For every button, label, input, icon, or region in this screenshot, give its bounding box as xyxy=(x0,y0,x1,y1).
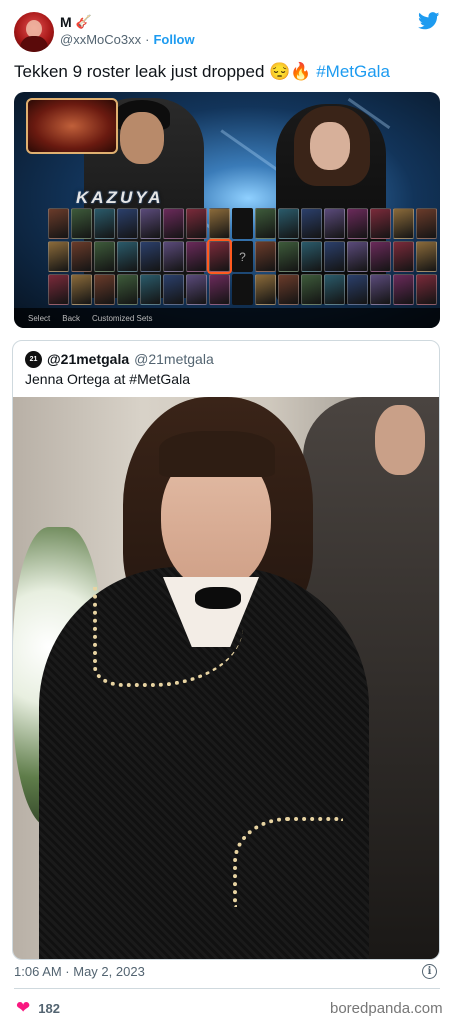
author-handle[interactable]: @xxMoCo3xx xyxy=(60,32,141,47)
fighter-right-head xyxy=(310,122,350,170)
roster-character-cell[interactable] xyxy=(117,208,138,239)
guitar-icon: 🎸 xyxy=(75,14,92,29)
author-avatar[interactable] xyxy=(14,12,54,52)
roster-gap xyxy=(232,274,253,305)
roster-character-cell[interactable] xyxy=(48,241,69,272)
avatar-body xyxy=(20,36,48,52)
roster-character-cell[interactable] xyxy=(71,274,92,305)
tweet-timestamp[interactable]: 1:06 AM · May 2, 2023 xyxy=(14,964,145,979)
roster-character-cell[interactable] xyxy=(117,274,138,305)
roster-character-cell[interactable] xyxy=(209,274,230,305)
roster-character-cell[interactable] xyxy=(207,239,232,274)
roster-character-cell[interactable] xyxy=(71,208,92,239)
roster-character-cell[interactable] xyxy=(324,208,345,239)
game-logo-badge xyxy=(26,98,118,154)
quoted-avatar[interactable]: 21 xyxy=(25,351,42,368)
roster-character-cell[interactable] xyxy=(48,208,69,239)
roster-character-cell[interactable] xyxy=(416,208,437,239)
hashtag-link[interactable]: #MetGala xyxy=(316,62,390,81)
quoted-author-name[interactable]: @21metgala xyxy=(47,351,129,367)
roster-character-cell[interactable] xyxy=(163,274,184,305)
roster-character-cell[interactable] xyxy=(393,274,414,305)
roster-character-cell[interactable] xyxy=(347,241,368,272)
control-customized-sets: Customized Sets xyxy=(92,313,153,323)
control-select: Select xyxy=(28,313,51,323)
roster-character-cell[interactable] xyxy=(71,241,92,272)
tweet-body: Tekken 9 roster leak just dropped 😔🔥 xyxy=(14,62,317,81)
roster-character-cell[interactable] xyxy=(301,241,322,272)
roster-character-cell[interactable] xyxy=(94,274,115,305)
background-face xyxy=(375,405,425,475)
roster-gap xyxy=(232,208,253,239)
roster-character-cell[interactable] xyxy=(255,208,276,239)
roster-character-cell[interactable] xyxy=(278,241,299,272)
roster-character-cell[interactable] xyxy=(324,274,345,305)
roster-character-cell[interactable] xyxy=(255,274,276,305)
roster-character-cell[interactable] xyxy=(48,274,69,305)
quoted-author-line: @21metgala @21metgala xyxy=(47,351,214,367)
roster-character-cell[interactable] xyxy=(117,241,138,272)
pearl-chain-lower xyxy=(233,817,343,907)
character-select-grid: ? xyxy=(48,208,437,305)
random-select-cell[interactable]: ? xyxy=(232,241,253,272)
roster-character-cell[interactable] xyxy=(301,274,322,305)
subject-bangs xyxy=(159,431,275,477)
controls-bar: Select Back Customized Sets xyxy=(14,308,440,328)
fighter-left-head xyxy=(120,112,164,164)
quoted-author-handle[interactable]: @21metgala xyxy=(134,351,214,367)
selected-character-name: KAZUYA xyxy=(76,188,164,207)
quoted-tweet-photo[interactable] xyxy=(13,397,439,959)
quoted-tweet[interactable]: 21 @21metgala @21metgala Jenna Ortega at… xyxy=(12,340,440,960)
roster-character-cell[interactable] xyxy=(393,208,414,239)
roster-character-cell[interactable] xyxy=(186,208,207,239)
control-back: Back xyxy=(62,313,81,323)
author-name-line[interactable]: M 🎸 xyxy=(60,14,92,30)
twitter-bird-icon[interactable] xyxy=(418,12,440,30)
roster-character-cell[interactable] xyxy=(416,241,437,272)
roster-character-cell[interactable] xyxy=(94,208,115,239)
roster-character-cell[interactable] xyxy=(278,208,299,239)
tweet-text: Tekken 9 roster leak just dropped 😔🔥 #Me… xyxy=(14,60,444,84)
author-name[interactable]: M xyxy=(60,14,72,30)
roster-character-cell[interactable] xyxy=(163,241,184,272)
roster-character-cell[interactable] xyxy=(278,274,299,305)
roster-character-cell[interactable] xyxy=(94,241,115,272)
roster-character-cell[interactable] xyxy=(347,208,368,239)
boredpanda-watermark: boredpanda.com xyxy=(330,1000,443,1017)
roster-character-cell[interactable] xyxy=(255,241,276,272)
quoted-tweet-text: Jenna Ortega at #MetGala xyxy=(25,371,190,387)
roster-character-cell[interactable] xyxy=(416,274,437,305)
author-handle-line: @xxMoCo3xx · Follow xyxy=(60,32,195,47)
info-icon[interactable]: i xyxy=(422,964,437,979)
tweet-header: M 🎸 @xxMoCo3xx · Follow xyxy=(0,0,454,56)
roster-character-cell[interactable] xyxy=(301,208,322,239)
roster-character-cell[interactable] xyxy=(140,208,161,239)
roster-character-cell[interactable] xyxy=(370,241,391,272)
like-row[interactable]: ❤ 182 xyxy=(16,998,60,1018)
heart-icon[interactable]: ❤ xyxy=(16,998,30,1018)
roster-character-cell[interactable] xyxy=(347,274,368,305)
roster-character-cell[interactable] xyxy=(370,274,391,305)
roster-character-cell[interactable] xyxy=(209,208,230,239)
footer-divider xyxy=(14,988,440,989)
tweet-media-game-screen[interactable]: KAZUYA ? Select Back Customized Sets xyxy=(14,92,440,328)
roster-character-cell[interactable] xyxy=(370,208,391,239)
roster-character-cell[interactable] xyxy=(140,274,161,305)
roster-character-cell[interactable] xyxy=(393,241,414,272)
roster-character-cell[interactable] xyxy=(324,241,345,272)
roster-character-cell[interactable] xyxy=(140,241,161,272)
roster-character-cell[interactable] xyxy=(186,241,207,272)
roster-character-cell[interactable] xyxy=(186,274,207,305)
separator-dot: · xyxy=(145,32,150,47)
roster-character-cell[interactable] xyxy=(163,208,184,239)
like-count[interactable]: 182 xyxy=(38,1001,60,1016)
follow-button[interactable]: Follow xyxy=(153,32,194,47)
